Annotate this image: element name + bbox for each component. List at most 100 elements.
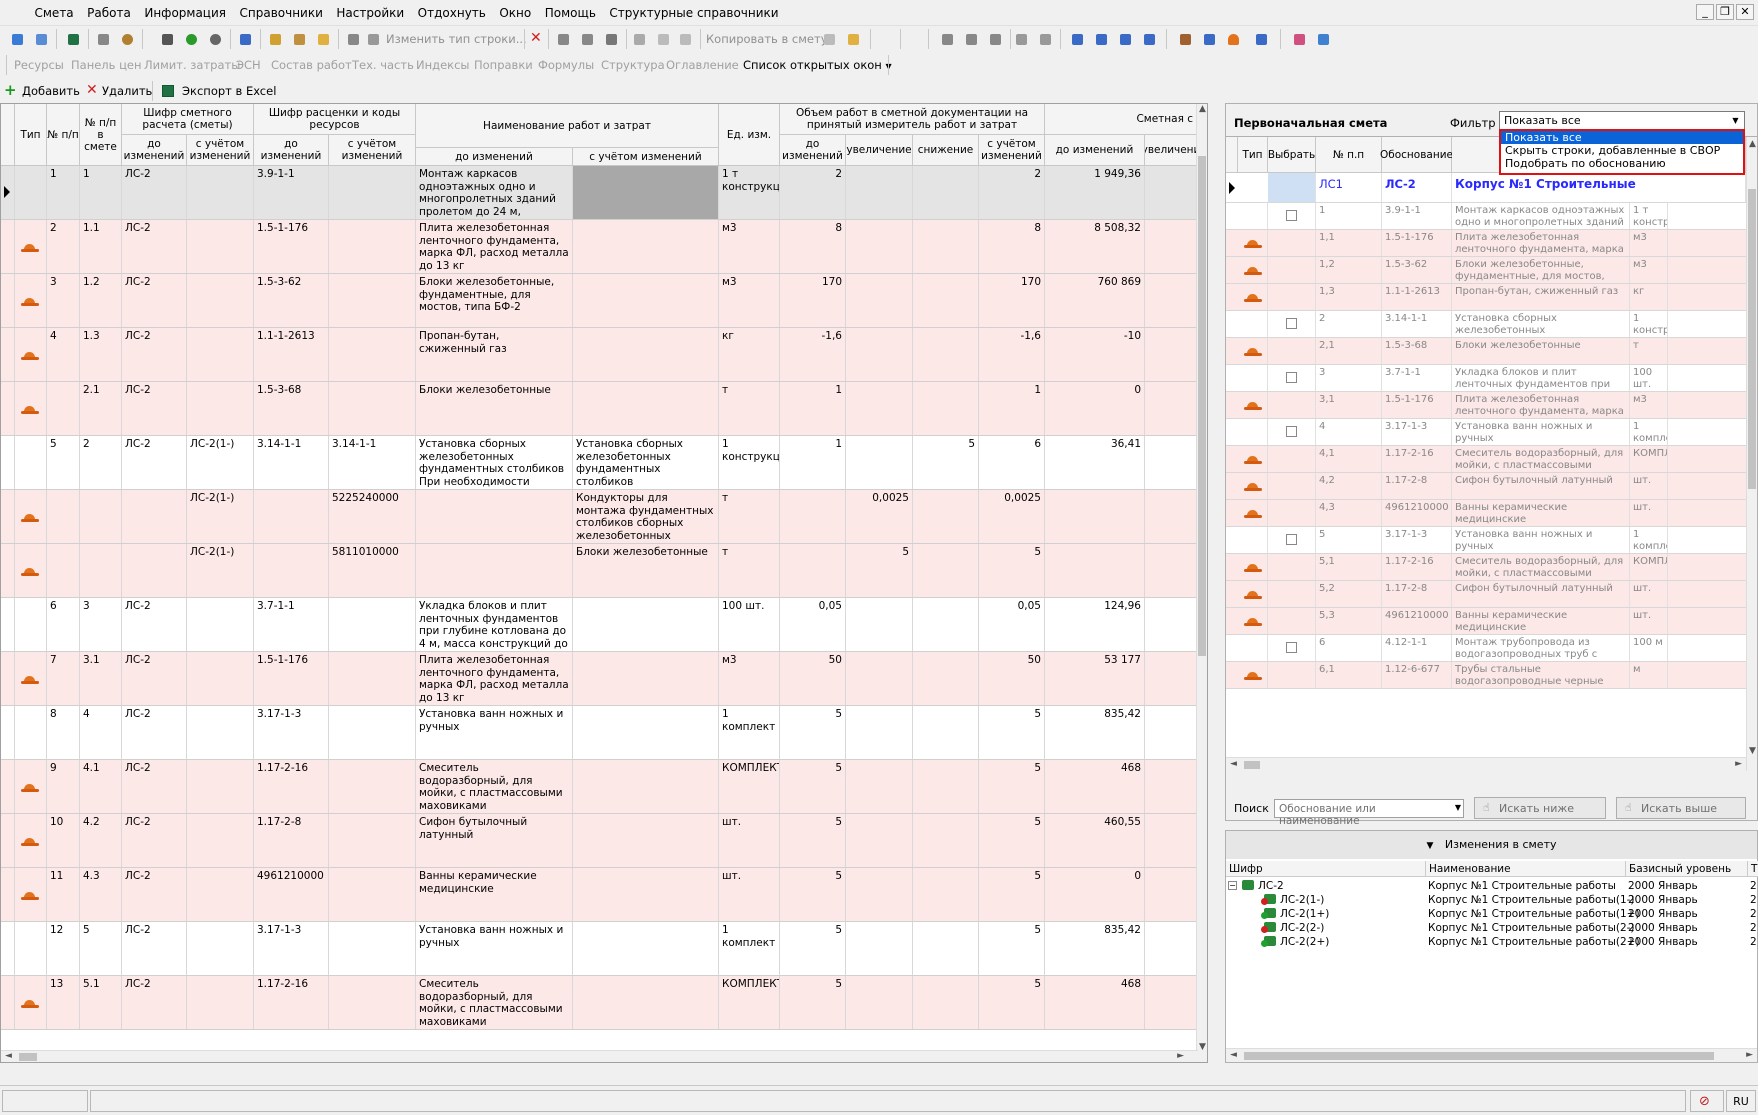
- menu-work[interactable]: Работа: [82, 0, 136, 20]
- table-row[interactable]: 7 3.1 ЛС-2 1.5-1-176 Плита железобетонная ле…: [1, 652, 1198, 706]
- r-table-row[interactable]: 4,2 1.17-2-8 Сифон бутылочный латунный шт.: [1226, 473, 1746, 500]
- table-row[interactable]: 5 2 ЛС-2 ЛС-2(1-) 3.14-1-1 3.14-1-1 Установка …: [1, 436, 1198, 490]
- header-cost-increase[interactable]: увеличени: [1145, 135, 1198, 166]
- minimize-icon[interactable]: _: [1696, 4, 1714, 20]
- filter-select[interactable]: Показать все ▼: [1499, 111, 1745, 130]
- header-name-before[interactable]: до изменений: [416, 148, 573, 166]
- r-horizontal-scrollbar[interactable]: ◄ ►: [1226, 757, 1746, 771]
- find-up-button[interactable]: ☝ Искать выше: [1616, 797, 1746, 819]
- r-table-row[interactable]: 6,1 1.12-6-677 Трубы стальные водогазопров…: [1226, 662, 1746, 689]
- collapse-triangle-icon[interactable]: ▼: [1427, 841, 1434, 851]
- row-indicator[interactable]: [1, 976, 15, 1029]
- c-scroll-thumb[interactable]: [1244, 1052, 1714, 1060]
- menu-struct-refs[interactable]: Структурные справочники: [604, 0, 783, 20]
- restore-icon[interactable]: ❐: [1716, 4, 1734, 20]
- r-top-select[interactable]: [1268, 173, 1316, 202]
- menu-rest[interactable]: Отдохнуть: [413, 0, 491, 20]
- table-row[interactable]: 12 5 ЛС-2 3.17-1-3 Установка ванн ножных и р…: [1, 922, 1198, 976]
- r-table-row[interactable]: 1 3.9-1-1 Монтаж каркасов одноэтажных одно…: [1226, 203, 1746, 230]
- tab-resources[interactable]: Ресурсы: [14, 58, 64, 72]
- move2-icon[interactable]: [578, 30, 596, 48]
- tab-esn[interactable]: ЭСН: [236, 58, 261, 72]
- c-scroll-right-icon[interactable]: ►: [1746, 1050, 1753, 1060]
- r-table-row[interactable]: 4 3.17-1-3 Установка ванн ножных и ручных 1…: [1226, 419, 1746, 446]
- r-table-row[interactable]: 6 4.12-1-1 Монтаж трубопровода из водогазо…: [1226, 635, 1746, 662]
- header-type[interactable]: Тип: [15, 104, 47, 166]
- blue-book-icon[interactable]: [1314, 30, 1332, 48]
- table-row[interactable]: 10 4.2 ЛС-2 1.17-2-8 Сифон бутылочный латунн…: [1, 814, 1198, 868]
- header-volume-before[interactable]: до изменений: [780, 135, 846, 166]
- language-indicator[interactable]: RU: [1726, 1090, 1756, 1112]
- tab-work-composition[interactable]: Состав работ: [271, 58, 352, 72]
- move-icon[interactable]: [554, 30, 572, 48]
- delete-icon[interactable]: ✕: [526, 30, 544, 48]
- paste-icon[interactable]: [676, 30, 694, 48]
- row-indicator[interactable]: [1, 328, 15, 381]
- row-indicator[interactable]: [1, 868, 15, 921]
- doc2-icon[interactable]: [986, 30, 1004, 48]
- r-header-type[interactable]: Тип: [1238, 137, 1268, 173]
- close-icon[interactable]: ✕: [1736, 4, 1754, 20]
- tab-structure[interactable]: Структура: [601, 58, 665, 72]
- save-icon[interactable]: [158, 30, 176, 48]
- level3-icon[interactable]: [1116, 30, 1134, 48]
- insert-row-icon[interactable]: [266, 30, 284, 48]
- r-table-row[interactable]: 4,3 4961210000 Ванны керамические медицинс…: [1226, 500, 1746, 527]
- header-rate-before[interactable]: до изменений: [254, 135, 329, 166]
- menu-help[interactable]: Помощь: [540, 0, 601, 20]
- scroll-up-icon[interactable]: ▲: [1199, 104, 1206, 114]
- r-table-row[interactable]: 5,2 1.17-2-8 Сифон бутылочный латунный шт.: [1226, 581, 1746, 608]
- chevron-down-icon[interactable]: ▼: [1455, 803, 1461, 812]
- menu-references[interactable]: Справочники: [235, 0, 328, 20]
- level2-icon[interactable]: [1092, 30, 1110, 48]
- header-num[interactable]: № п/п: [47, 104, 80, 166]
- table-row[interactable]: 4 1.3 ЛС-2 1.1-1-2613 Пропан-бутан, сжиженны…: [1, 328, 1198, 382]
- truck-icon[interactable]: [344, 30, 362, 48]
- table-row[interactable]: 2.1 ЛС-2 1.5-3-68 Блоки железобетонные т 1 1 0: [1, 382, 1198, 436]
- row-indicator[interactable]: [1, 814, 15, 867]
- tab-indexes[interactable]: Индексы: [416, 58, 470, 72]
- r-table-row[interactable]: 3,1 1.5-1-176 Плита железобетонная ленточн…: [1226, 392, 1746, 419]
- filter-option-show-all[interactable]: Показать все: [1501, 131, 1743, 144]
- r-scroll-thumb[interactable]: [1748, 189, 1756, 489]
- row-indicator[interactable]: [1, 220, 15, 273]
- tab-tech-part[interactable]: Тех. часть: [352, 58, 414, 72]
- row-indicator[interactable]: [1, 490, 15, 543]
- level4-icon[interactable]: [1140, 30, 1158, 48]
- header-unit[interactable]: Ед. изм.: [719, 104, 780, 166]
- collapse-node-icon[interactable]: −: [1228, 881, 1237, 890]
- row-indicator[interactable]: [1, 652, 15, 705]
- r-table-row[interactable]: 5,1 1.17-2-16 Смеситель водоразборный, для…: [1226, 554, 1746, 581]
- pink-book-icon[interactable]: [1290, 30, 1308, 48]
- menu-estimate[interactable]: Смета: [30, 0, 79, 20]
- copy-to-estimate-button[interactable]: Копировать в смету: [706, 32, 828, 46]
- row-indicator[interactable]: [1, 760, 15, 813]
- r-scroll-left-icon[interactable]: ◄: [1230, 759, 1237, 769]
- vehicle-icon[interactable]: [1200, 30, 1218, 48]
- r-header-select[interactable]: Выбрать: [1268, 137, 1316, 173]
- indent-icon[interactable]: [8, 30, 26, 48]
- row-indicator[interactable]: [1, 598, 15, 651]
- row-indicator[interactable]: [1, 544, 15, 597]
- header-code-before[interactable]: до изменений: [122, 135, 187, 166]
- changes-header-level[interactable]: Базисный уровень: [1626, 861, 1748, 877]
- header-name-after[interactable]: с учётом изменений: [573, 148, 719, 166]
- tree-item[interactable]: ЛС-2(2+) Корпус №1 Строительные работы(2+…: [1226, 935, 1757, 951]
- select-checkbox[interactable]: [1286, 642, 1297, 653]
- excel-icon[interactable]: [64, 30, 82, 48]
- hardhat-icon[interactable]: [1224, 30, 1242, 48]
- copy-blue-icon[interactable]: [236, 30, 254, 48]
- paste-to-estimate-icon[interactable]: [844, 30, 862, 48]
- r-vertical-scrollbar[interactable]: ▲ ▼: [1746, 137, 1757, 771]
- r-table-row[interactable]: 5,3 4961210000 Ванны керамические медицинс…: [1226, 608, 1746, 635]
- undo-icon[interactable]: [206, 30, 224, 48]
- calculator-icon[interactable]: [94, 30, 112, 48]
- refresh-icon[interactable]: [182, 30, 200, 48]
- menu-settings[interactable]: Настройки: [331, 0, 409, 20]
- search-field-select[interactable]: Обоснование или наименование ▼: [1274, 799, 1464, 827]
- changes-header-t[interactable]: Т: [1748, 861, 1758, 877]
- r-scroll-right-icon[interactable]: ►: [1735, 759, 1742, 769]
- change-row-type-button[interactable]: Изменить тип строки...: [386, 32, 527, 46]
- sort-icon[interactable]: [602, 30, 620, 48]
- no-connection-icon[interactable]: ⊘: [1699, 1094, 1710, 1109]
